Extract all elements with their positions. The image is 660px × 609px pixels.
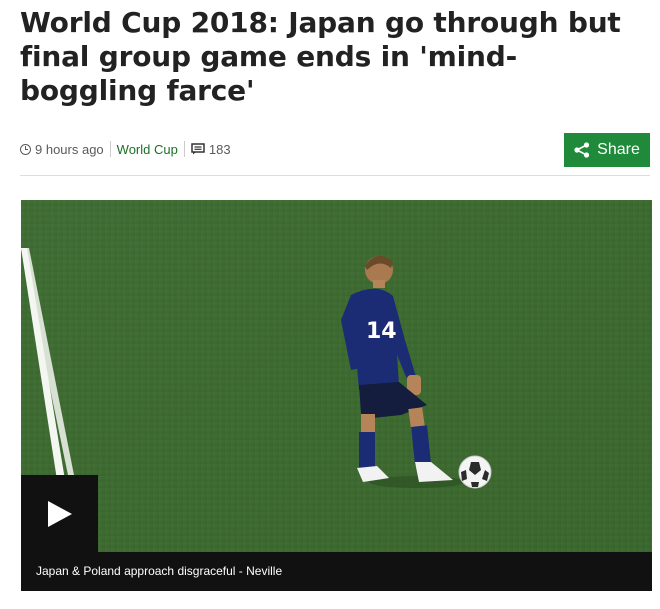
play-icon xyxy=(47,500,72,527)
meta-separator xyxy=(183,141,185,157)
section-link-world-cup[interactable]: World Cup xyxy=(117,142,178,157)
video-caption: Japan & Poland approach disgraceful - Ne… xyxy=(21,552,652,591)
meta-divider xyxy=(20,175,650,176)
play-button[interactable] xyxy=(21,475,98,552)
timestamp-text: 9 hours ago xyxy=(35,141,104,157)
article-headline: World Cup 2018: Japan go through but fin… xyxy=(20,6,621,107)
share-button[interactable]: Share xyxy=(564,133,650,167)
share-label: Share xyxy=(597,141,640,158)
video-still-image: 14 xyxy=(21,200,652,591)
clock-icon xyxy=(20,143,31,155)
comments-icon xyxy=(191,143,205,155)
timestamp: 9 hours ago xyxy=(20,142,104,157)
article-meta-row: 9 hours ago World Cup 183 Share xyxy=(20,128,650,168)
meta-separator xyxy=(109,141,111,157)
share-icon xyxy=(574,142,590,158)
article-meta: 9 hours ago World Cup 183 xyxy=(20,140,231,158)
jersey-number: 14 xyxy=(366,319,397,344)
video-player[interactable]: 14 Japan & Poland approach disgraceful -… xyxy=(21,200,652,591)
football xyxy=(458,455,492,489)
comments-count: 183 xyxy=(208,141,231,157)
comments-link[interactable]: 183 xyxy=(191,142,231,157)
